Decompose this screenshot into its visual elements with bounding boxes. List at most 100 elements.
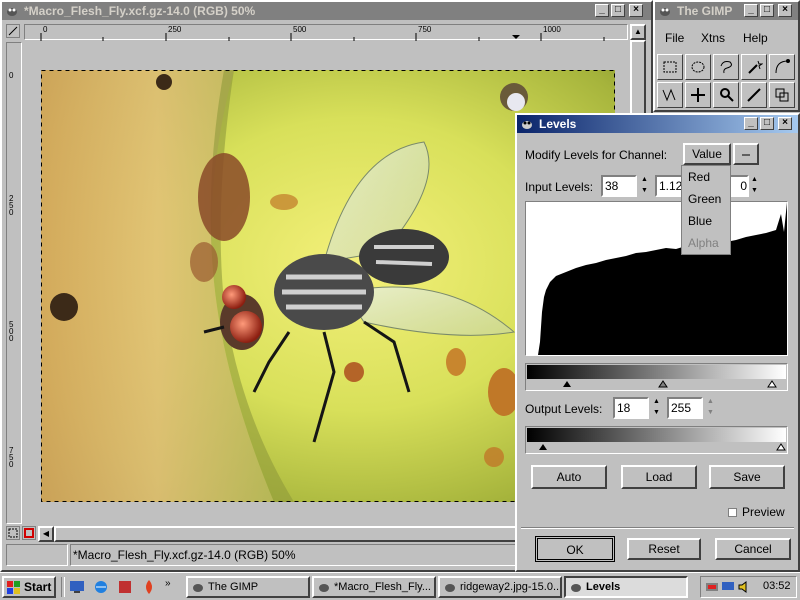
auto-button[interactable]: Auto [531,465,607,489]
taskbar-item-macro[interactable]: *Macro_Flesh_Fly... [312,576,436,598]
scroll-left-button[interactable]: ◀ [38,526,54,542]
output-high-field[interactable]: 255 [667,397,703,419]
paths-tool[interactable] [657,82,683,108]
dash-icon [742,154,750,156]
input-levels-label: Input Levels: [525,180,594,194]
quicklaunch-divider [61,577,65,597]
taskbar-item-levels[interactable]: Levels [564,576,688,598]
taskbar-item-label: The GIMP [208,581,259,593]
spin-down-icon[interactable]: ▼ [639,186,650,197]
rect-select-tool[interactable] [657,54,683,80]
start-button[interactable]: Start [2,576,56,598]
channel-option-green[interactable]: Green [688,192,721,206]
ruler-tick-label: 500 [9,320,14,343]
quickmask-off-icon [8,528,18,538]
taskbar-item-label: *Macro_Flesh_Fly... [334,581,431,593]
quickmask-toggle[interactable] [6,526,20,540]
input-gamma-handle[interactable] [658,380,668,388]
menu-file[interactable]: File [665,31,684,45]
horizontal-ruler: 0 250 500 750 1000 [24,24,628,41]
preview-label: Preview [742,505,785,519]
fuzzy-select-tool[interactable] [741,54,767,80]
desktop-icon[interactable] [69,579,85,595]
output-low-handle[interactable] [538,443,548,451]
minimize-button[interactable]: _ [744,117,758,130]
output-high-handle[interactable] [776,443,786,451]
input-gradient-slider[interactable] [525,363,788,391]
close-button[interactable]: × [629,4,643,17]
transform-tool[interactable] [769,82,795,108]
toolbox-titlebar[interactable]: The GIMP _ □ × [655,2,798,20]
quickmask-on-toggle[interactable] [22,526,36,540]
app-icon-flame[interactable] [141,579,157,595]
channel-option-red[interactable]: Red [688,170,710,184]
zoom-tool[interactable] [713,82,739,108]
quicklaunch-more-icon[interactable]: » [165,578,171,589]
minimize-button[interactable]: _ [744,4,758,17]
output-low-spinner[interactable]: ▲ ▼ [651,397,662,419]
scroll-up-button[interactable]: ▲ [630,24,646,40]
save-button[interactable]: Save [709,465,785,489]
levels-titlebar[interactable]: Levels _ □ × [517,115,798,133]
maximize-button[interactable]: □ [611,4,625,17]
spin-down-icon[interactable]: ▼ [651,408,662,419]
bezier-tool[interactable] [769,54,795,80]
clock[interactable]: 03:52 [763,580,791,592]
volume-icon[interactable] [737,580,751,594]
ok-label: OK [566,543,584,557]
input-low-field[interactable]: 38 [601,175,637,197]
lasso-tool[interactable] [713,54,739,80]
image-window-titlebar[interactable]: *Macro_Flesh_Fly.xcf.gz-14.0 (RGB) 50% _… [2,2,651,20]
output-high-spinner[interactable]: ▲ ▼ [705,397,716,419]
menu-help[interactable]: Help [743,31,768,45]
histogram-plot [538,202,787,355]
maximize-button[interactable]: □ [760,4,774,17]
input-low-spinner[interactable]: ▲ ▼ [639,175,650,197]
input-gradient-bar [527,365,786,379]
spin-up-icon[interactable]: ▲ [705,397,716,408]
load-button[interactable]: Load [621,465,697,489]
tray-monitor-icon[interactable] [721,580,735,594]
input-high-handle[interactable] [767,380,777,388]
cancel-button[interactable]: Cancel [715,538,791,560]
ellipse-select-tool[interactable] [685,54,711,80]
taskbar: Start » The GIMP *Macro_Flesh_Fly... rid… [0,572,800,600]
gimp-wilber-icon [571,584,581,592]
output-low-field[interactable]: 18 [613,397,649,419]
minimize-button[interactable]: _ [595,4,609,17]
spin-down-icon[interactable]: ▼ [705,408,716,419]
reset-button[interactable]: Reset [627,538,701,560]
histogram [525,201,788,356]
move-tool[interactable] [685,82,711,108]
tray-network-icon[interactable] [705,580,719,594]
preview-checkbox[interactable] [728,508,737,517]
ruler-corner-button[interactable] [6,24,20,38]
bezier-icon [775,59,790,74]
app-icon-red[interactable] [117,579,133,595]
channel-dropdown-extra[interactable] [733,143,759,165]
crop-tool[interactable] [741,82,767,108]
input-high-spinner[interactable]: ▲ ▼ [749,175,760,197]
rect-select-icon [663,61,677,73]
spin-up-icon[interactable]: ▲ [651,397,662,408]
close-button[interactable]: × [778,117,792,130]
explorer-icon[interactable] [93,579,109,595]
output-levels-label: Output Levels: [525,402,603,416]
spin-down-icon[interactable]: ▼ [749,186,760,197]
gimp-wilber-icon [660,8,670,16]
taskbar-item-gimp[interactable]: The GIMP [186,576,310,598]
spin-up-icon[interactable]: ▲ [639,175,650,186]
input-low-handle[interactable] [562,380,572,388]
menu-xtns[interactable]: Xtns [701,31,725,45]
transform-icon [775,88,789,102]
channel-option-blue[interactable]: Blue [688,214,712,228]
maximize-button[interactable]: □ [760,117,774,130]
channel-dropdown[interactable]: Value [683,143,731,165]
ok-button[interactable]: OK [535,536,615,562]
save-label: Save [733,470,761,484]
toolbox-title: The GIMP [677,4,733,18]
close-button[interactable]: × [778,4,792,17]
spin-up-icon[interactable]: ▲ [749,175,760,186]
output-gradient-slider[interactable] [525,426,788,454]
taskbar-item-ridgeway[interactable]: ridgeway2.jpg-15.0... [438,576,562,598]
